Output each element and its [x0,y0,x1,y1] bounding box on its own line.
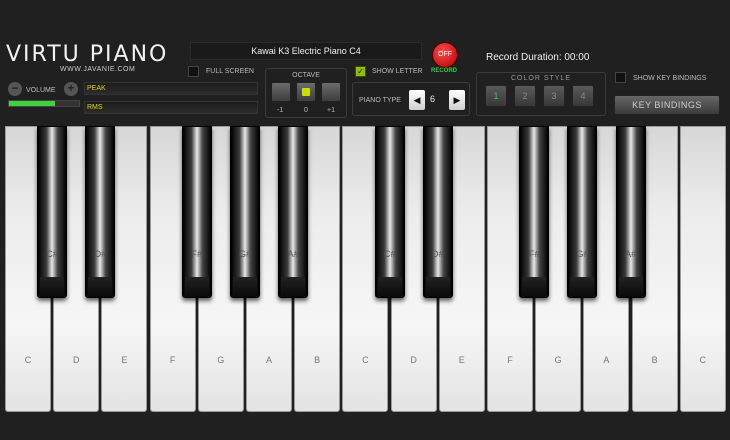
black-key-label: D# [432,249,444,259]
octave-value-minus: -1 [277,107,284,114]
white-key-label: E [458,355,465,365]
piano-keyboard: C D E F G A B C D E F G A B C C# D# F# G# A# C# D# F# G# A# [5,126,727,414]
black-key-label: A# [625,249,637,259]
octave-up-button[interactable] [321,82,341,102]
color-style-2-button[interactable]: 2 [514,85,536,107]
fullscreen-label: FULL SCREEN [206,68,254,75]
black-key-label: A# [287,249,299,259]
volume-label: VOLUME [26,87,56,94]
white-key-label: D [72,355,80,365]
color-style-label: COLOR STYLE [510,75,571,82]
peak-meter: PEAK [84,82,258,95]
white-key-label: G [554,355,562,365]
black-key[interactable]: G# [230,126,260,298]
white-key-label: E [121,355,128,365]
piano-type-next-button[interactable]: ▶ [449,90,465,110]
show-key-bindings-label: SHOW KEY BINDINGS [633,75,707,82]
logo-subtitle: WWW.JAVANIE.COM [60,66,136,73]
black-key[interactable]: G# [567,126,598,298]
black-key-label: G# [238,249,251,259]
black-key-label: G# [576,249,589,259]
color-style-1-button[interactable]: 1 [485,85,507,107]
record-label: RECORD [431,68,458,74]
octave-label: OCTAVE [292,72,320,79]
octave-value-plus: +1 [327,107,335,114]
show-letter-label: SHOW LETTER [372,68,423,75]
volume-slider[interactable] [8,100,80,107]
black-key-label: F# [191,249,203,259]
black-key[interactable]: C# [37,126,68,298]
white-key-label: A [265,355,272,365]
black-key[interactable]: D# [85,126,116,298]
key-bindings-button[interactable]: KEY BINDINGS [614,95,720,115]
piano-type-panel: PIANO TYPE ◀ 6 ▶ [352,82,470,116]
fullscreen-checkbox[interactable] [188,66,199,77]
octave-down-button[interactable] [271,82,291,102]
white-key-label: C [362,355,369,365]
octave-middle-button[interactable] [296,82,316,102]
show-letter-checkbox[interactable]: ✓ [355,66,366,77]
black-key-label: C# [383,249,396,259]
instrument-name-display: Kawai K3 Electric Piano C4 [190,42,422,60]
white-key-label: B [314,355,321,365]
black-key-label: D# [94,249,107,259]
white-key-label: C [699,355,707,365]
color-style-3-button[interactable]: 3 [543,85,565,107]
white-key-label: C [24,355,32,365]
show-key-bindings-checkbox[interactable] [615,72,626,83]
white-key-label: D [410,355,417,365]
color-style-4-button[interactable]: 4 [572,85,594,107]
white-key-label: B [651,355,658,365]
white-key[interactable]: C [679,126,726,412]
piano-type-value: 6 [430,94,436,104]
black-key[interactable]: F# [181,126,212,298]
black-key[interactable]: A# [278,126,309,298]
black-key[interactable]: F# [519,126,550,298]
logo: VIRTU PIANO WWW.JAVANIE.COM [6,42,186,73]
octave-panel: OCTAVE -1 0 +1 [265,68,347,118]
piano-type-label: PIANO TYPE [359,97,401,104]
white-key-label: A [603,355,610,365]
black-key[interactable]: A# [615,126,646,298]
rms-meter-label: RMS [87,104,103,111]
octave-value-zero: 0 [304,107,308,114]
black-key[interactable]: D# [422,126,453,298]
logo-title: VIRTU PIANO [6,42,169,67]
rms-meter: RMS [84,101,258,114]
virtual-piano-app: VIRTU PIANO WWW.JAVANIE.COM − VOLUME + P… [0,0,730,440]
white-key-label: G [217,355,225,365]
black-key-label: F# [528,249,540,259]
black-key-label: C# [46,249,58,259]
color-style-panel: COLOR STYLE 1 2 3 4 [476,72,606,116]
peak-meter-label: PEAK [87,85,106,92]
piano-type-prev-button[interactable]: ◀ [409,90,425,110]
volume-level-fill [9,101,55,106]
white-key-label: F [169,355,176,365]
record-duration: Record Duration: 00:00 [486,52,590,63]
black-key[interactable]: C# [374,126,405,298]
record-button[interactable]: OFF [432,42,458,68]
volume-down-button[interactable]: − [8,82,22,96]
white-key-label: F [507,355,513,365]
volume-up-button[interactable]: + [64,82,78,96]
